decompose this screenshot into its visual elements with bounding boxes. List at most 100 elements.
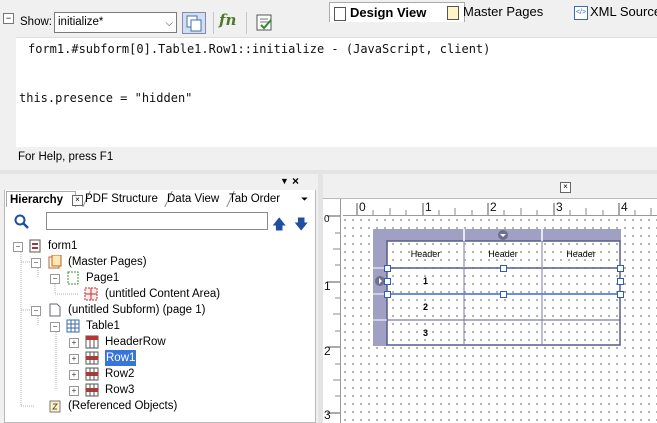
show-event-value: initialize* — [58, 16, 104, 28]
tab-hierarchy[interactable]: Hierarchy — [6, 191, 76, 207]
row-icon — [85, 367, 99, 381]
table-header-cell: Header — [566, 249, 596, 259]
collapse-icon[interactable]: − — [13, 242, 23, 252]
hierarchy-tree: − form1 − (Master Pages) − Page1 (untitl… — [4, 236, 316, 423]
tab-master-pages[interactable]: Master Pages — [443, 2, 561, 22]
tab-pdf-structure[interactable]: PDF Structure — [82, 191, 162, 207]
horizontal-splitter[interactable] — [0, 170, 657, 174]
row-icon — [85, 383, 99, 397]
ruler-ticks — [327, 215, 340, 414]
tab-label: XML Source — [590, 4, 657, 19]
table-row-cell: 1 — [422, 276, 428, 286]
ruler-label: 4 — [621, 200, 628, 214]
ruler-label: 1 — [425, 200, 432, 214]
find-previous-icon[interactable]: 🡅 — [272, 214, 286, 238]
functions-button[interactable]: fn — [219, 11, 236, 29]
collapse-icon[interactable]: − — [31, 258, 41, 268]
horizontal-ruler: 0 1 2 3 4 — [343, 199, 657, 216]
find-next-icon[interactable]: 🡇 — [294, 214, 308, 238]
form-icon — [29, 239, 41, 253]
view-tabs — [323, 176, 657, 199]
tree-item-label: Row1 — [105, 350, 137, 366]
resize-handle[interactable] — [617, 291, 624, 298]
tab-label: Master Pages — [463, 4, 544, 19]
tree-item-label: (untitled Content Area) — [105, 288, 221, 300]
vertical-ruler: 0 1 2 3 — [323, 199, 341, 423]
table-row-cell: 3 — [422, 328, 428, 338]
search-icon — [14, 214, 30, 230]
copy-icon — [186, 15, 202, 32]
tabs-overflow-icon[interactable]: ⏷ — [301, 194, 308, 205]
resize-handle[interactable] — [384, 291, 391, 298]
referenced-objects-icon — [49, 400, 61, 413]
toolbar-divider — [213, 12, 214, 34]
show-event-select[interactable]: initialize* ⌵ — [54, 12, 177, 33]
page-icon — [67, 271, 79, 285]
tree-item-label: Table1 — [86, 320, 120, 332]
tab-data-view[interactable]: Data View — [164, 191, 226, 207]
check-syntax-button[interactable] — [254, 12, 276, 34]
check-script-icon — [256, 14, 272, 31]
collapse-editor-button[interactable]: − — [3, 13, 14, 24]
xml-icon: </> — [574, 6, 588, 20]
palette-close-icon[interactable]: × — [292, 174, 299, 188]
collapse-icon[interactable]: − — [50, 274, 60, 284]
ruler-label: 0 — [324, 214, 330, 225]
hierarchy-search-input[interactable] — [46, 212, 268, 230]
resize-handle[interactable] — [617, 278, 624, 285]
tree-item-label: HeaderRow — [105, 336, 166, 348]
content-area-icon — [84, 287, 98, 301]
ruler-ticks — [356, 203, 652, 215]
ruler-label: 2 — [490, 200, 497, 214]
show-label: Show: — [20, 16, 52, 28]
events-with-scripts-button[interactable] — [182, 12, 206, 34]
expand-icon[interactable]: + — [69, 370, 79, 380]
document-icon — [334, 7, 346, 21]
tree-item-label: Row3 — [105, 384, 135, 396]
tree-item-label: Page1 — [86, 272, 120, 284]
master-pages-icon — [48, 255, 62, 269]
palette-tabs: Hierarchy × PDF Structure Data View Tab … — [4, 191, 316, 208]
table-header-cell: Header — [488, 249, 518, 259]
toolbar-divider — [246, 12, 247, 34]
tree-item-label: (untitled Subform) (page 1) — [68, 304, 206, 316]
tree-item-label: Row2 — [105, 368, 135, 380]
palette-menu-icon[interactable]: ▼ — [280, 176, 289, 186]
resize-handle[interactable] — [384, 278, 391, 285]
tree-item-label: (Referenced Objects) — [68, 400, 178, 412]
collapse-icon[interactable]: − — [31, 306, 41, 316]
resize-handle[interactable] — [500, 265, 507, 272]
ruler-label: 2 — [324, 344, 331, 358]
resize-handle[interactable] — [617, 265, 624, 272]
tab-xml-source[interactable]: </> XML Source — [570, 2, 657, 22]
close-tab-icon[interactable]: × — [560, 182, 571, 193]
master-page-icon — [447, 6, 459, 20]
script-editor[interactable]: form1.#subform[0].Table1.Row1::initializ… — [16, 37, 657, 147]
expand-icon[interactable]: + — [69, 386, 79, 396]
ruler-label: 3 — [556, 200, 563, 214]
ruler-label: 3 — [324, 408, 331, 422]
ruler-label: 1 — [324, 279, 331, 293]
palette-title-bar — [4, 176, 316, 190]
tab-tab-order[interactable]: Tab Order — [226, 191, 292, 207]
resize-handle[interactable] — [384, 265, 391, 272]
ruler-label: 0 — [359, 200, 366, 214]
row-icon — [85, 335, 99, 349]
tab-label: Design View — [350, 5, 427, 20]
expand-icon[interactable]: + — [69, 338, 79, 348]
status-text: For Help, press F1 — [18, 151, 114, 163]
table-icon — [66, 319, 80, 333]
table-header-cell: Header — [410, 249, 441, 259]
expand-icon[interactable]: + — [69, 354, 79, 364]
row-icon — [85, 351, 99, 365]
table-row-cell: 2 — [422, 302, 428, 312]
tree-item-label: form1 — [48, 240, 78, 252]
subform-icon — [49, 303, 61, 317]
script-code-line: this.presence = "hidden" — [19, 91, 193, 105]
chevron-down-icon: ⌵ — [165, 18, 173, 29]
collapse-icon[interactable]: − — [50, 322, 60, 332]
resize-handle[interactable] — [500, 291, 507, 298]
tree-item-label: (Master Pages) — [68, 256, 147, 268]
script-header-line: form1.#subform[0].Table1.Row1::initializ… — [28, 42, 491, 56]
table1-object[interactable]: Header Header Header 1 2 3 — [372, 228, 624, 346]
